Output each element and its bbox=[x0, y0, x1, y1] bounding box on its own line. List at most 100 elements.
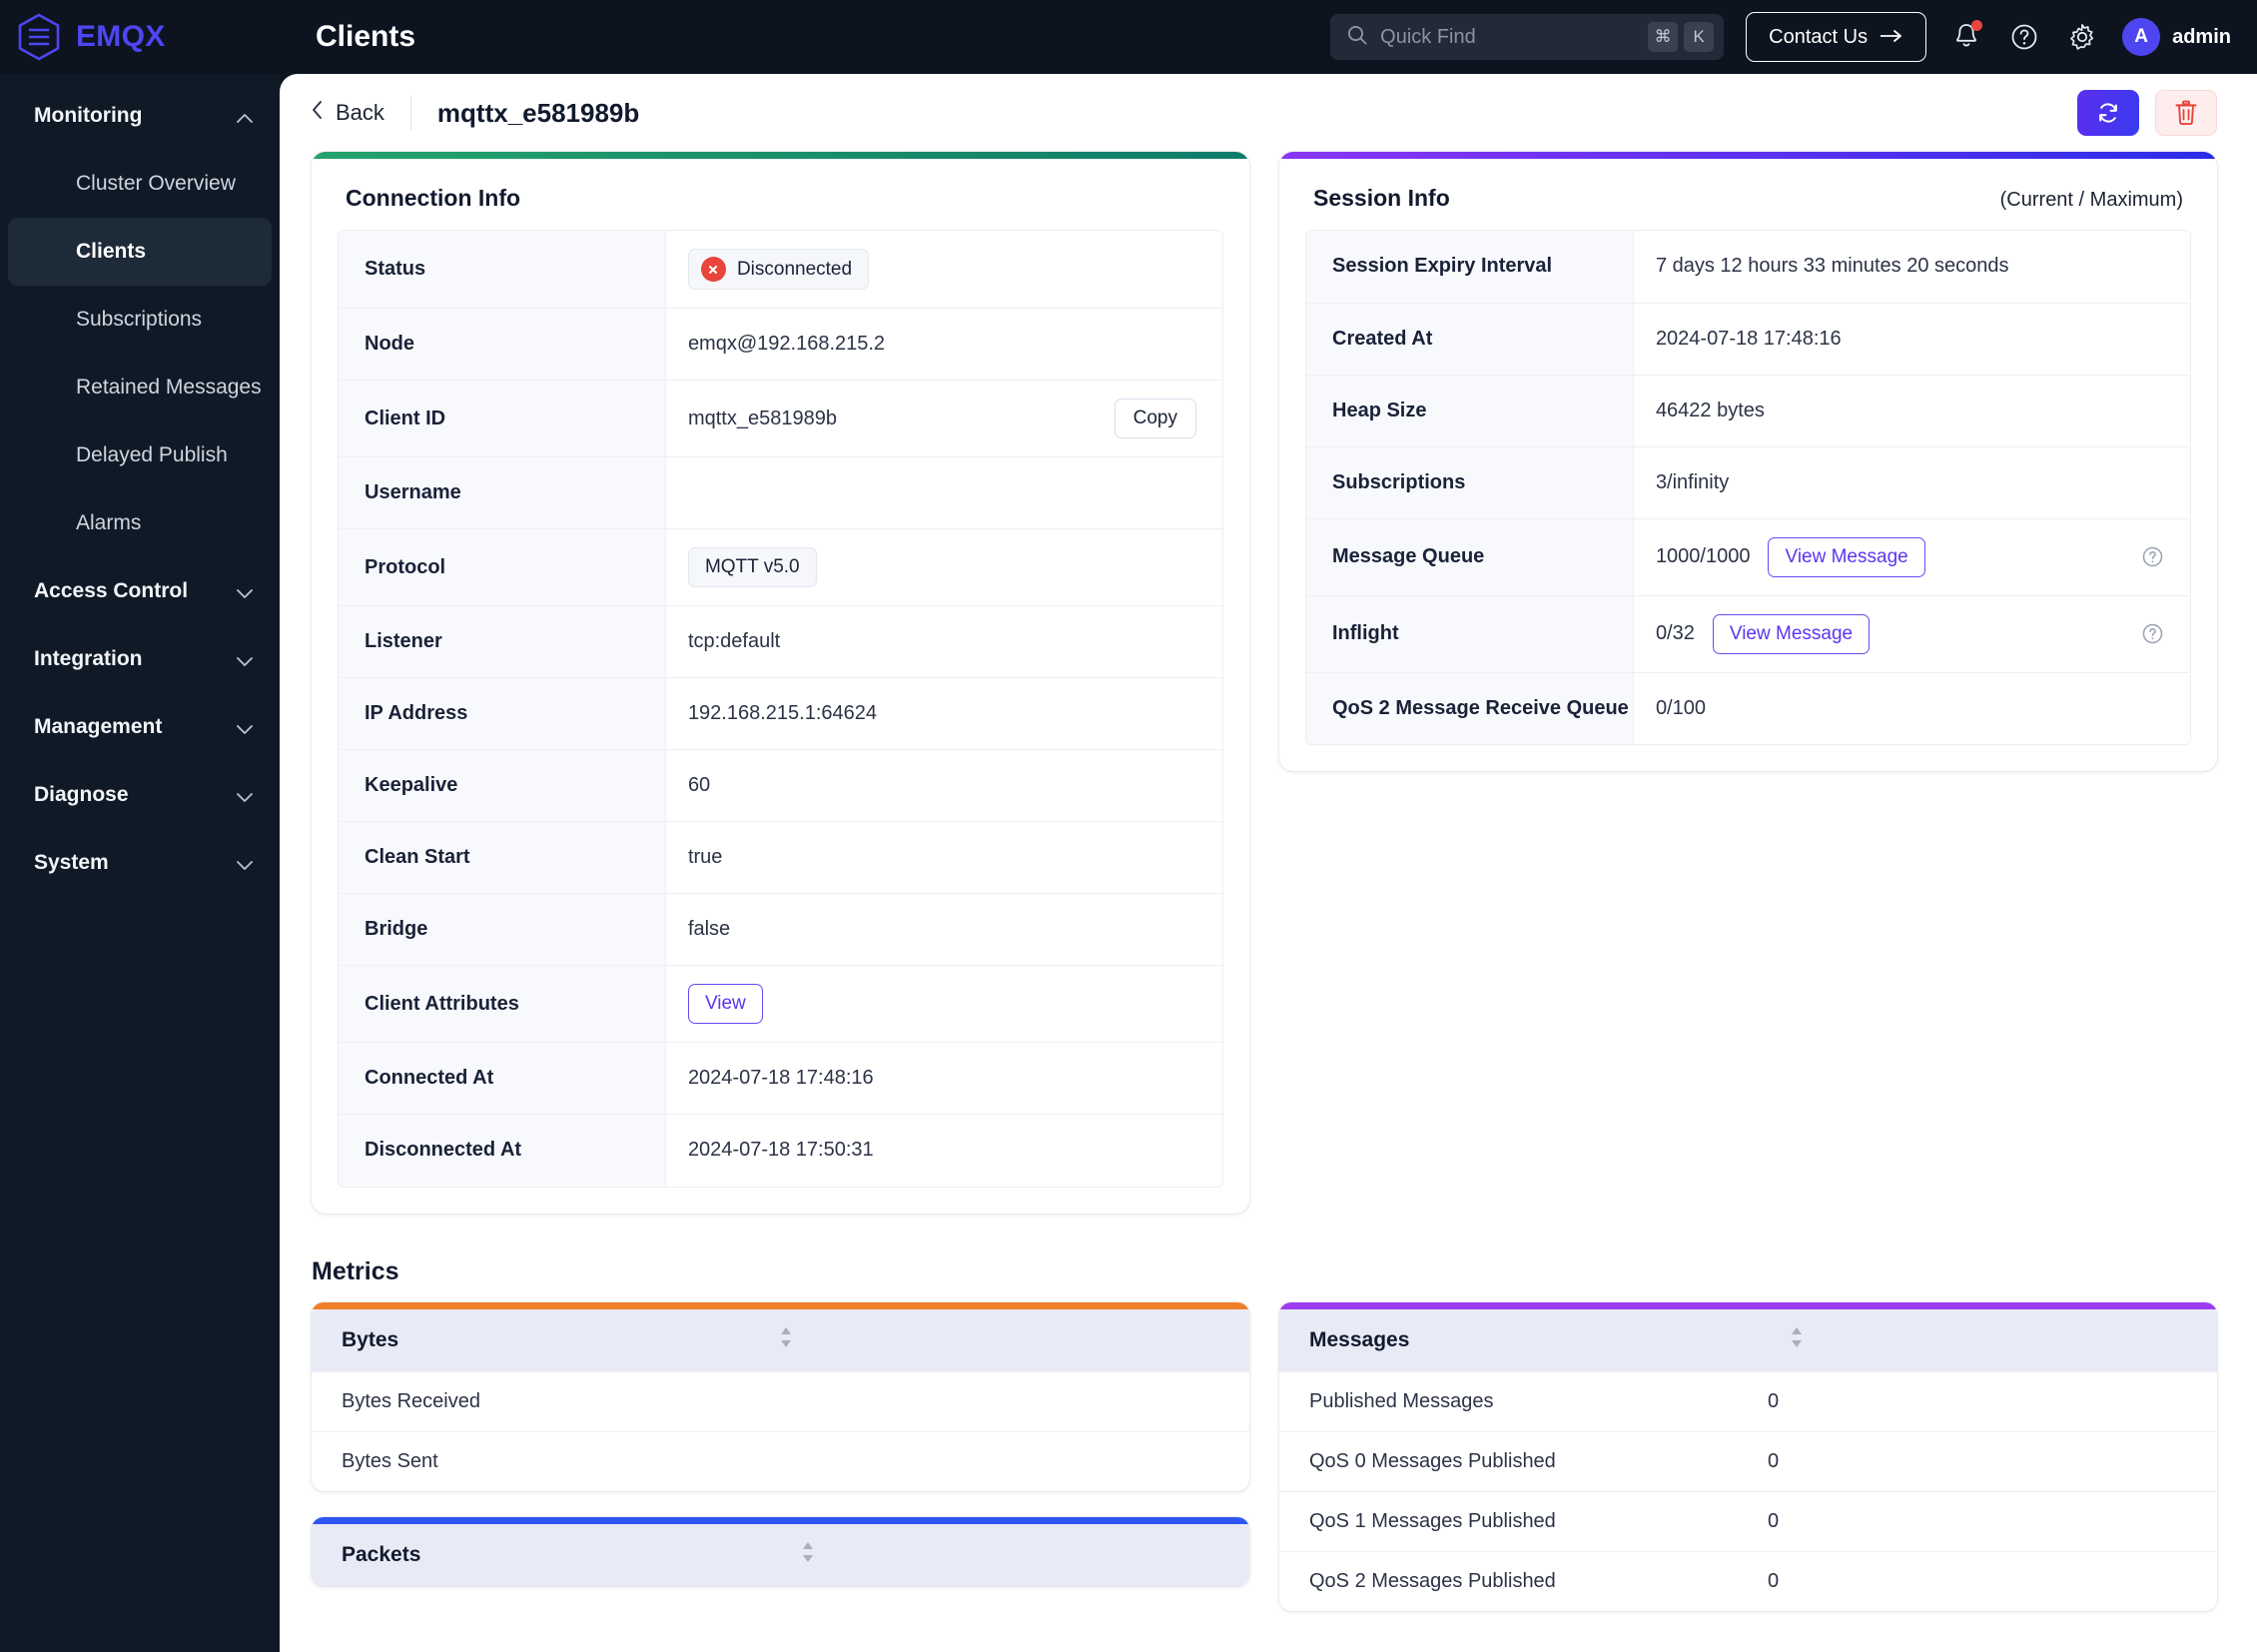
metrics-row-value: 0 bbox=[1768, 1569, 1780, 1592]
emqx-hex-logo-icon bbox=[16, 12, 62, 62]
table-row: IP Address 192.168.215.1:64624 bbox=[339, 677, 1222, 750]
card-accent-bar bbox=[1279, 152, 2217, 159]
sidebar-group-label: System bbox=[34, 851, 109, 874]
table-row: Message Queue 1000/1000 View Message bbox=[1306, 518, 2190, 595]
row-key: Node bbox=[339, 308, 666, 381]
sidebar-group-access-control[interactable]: Access Control bbox=[0, 557, 280, 625]
sidebar-group-system[interactable]: System bbox=[0, 829, 280, 897]
page-title: mqttx_e581989b bbox=[436, 97, 640, 128]
row-value: 7 days 12 hours 33 minutes 20 seconds bbox=[1655, 255, 2009, 278]
sidebar-item-label: Cluster Overview bbox=[76, 172, 236, 195]
row-key: Listener bbox=[339, 605, 666, 678]
chevron-down-icon bbox=[236, 722, 254, 734]
metrics-card-packets: Packets bbox=[312, 1516, 1249, 1586]
brand-name: EMQX bbox=[76, 20, 166, 53]
table-row: Disconnected At 2024-07-18 17:50:31 bbox=[339, 1114, 1222, 1187]
sidebar-group-integration[interactable]: Integration bbox=[0, 625, 280, 693]
trash-icon bbox=[2175, 100, 2197, 126]
top-bar: EMQX Clients Quick Find ⌘ K Contact Us A… bbox=[0, 0, 2257, 74]
row-value: tcp:default bbox=[687, 630, 781, 652]
table-row: Bridge false bbox=[339, 893, 1222, 966]
metrics-card-bytes: Bytes Bytes Received Bytes Sent bbox=[312, 1301, 1249, 1491]
metrics-row-label: QoS 2 Messages Published bbox=[1309, 1569, 1556, 1592]
metrics-column-right: Messages Published Messages 0 QoS 0 Mess… bbox=[1279, 1301, 2217, 1611]
user-menu[interactable]: A admin bbox=[2122, 18, 2231, 56]
row-value: true bbox=[687, 846, 723, 868]
brand[interactable]: EMQX bbox=[0, 0, 280, 74]
main-content: Back mqttx_e581989b Connection Info Stat… bbox=[280, 74, 2257, 1652]
chevron-up-icon bbox=[236, 111, 254, 123]
metrics-column-left: Bytes Bytes Received Bytes Sent Packets bbox=[312, 1301, 1249, 1586]
back-button[interactable]: Back bbox=[312, 100, 384, 126]
sidebar-group-label: Management bbox=[34, 715, 163, 738]
metrics-row: QoS 0 Messages Published 0 bbox=[1279, 1430, 2217, 1491]
table-row: Username bbox=[339, 456, 1222, 529]
refresh-icon bbox=[2099, 103, 2117, 123]
metrics-row-label: Bytes Received bbox=[342, 1389, 480, 1412]
table-row: QoS 2 Message Receive Queue 0/100 bbox=[1306, 672, 2190, 744]
back-label: Back bbox=[336, 100, 384, 125]
row-key: Heap Size bbox=[1306, 375, 1634, 446]
view-message-button[interactable]: View Message bbox=[1768, 536, 1925, 577]
settings-button[interactable] bbox=[2064, 19, 2100, 55]
sidebar-group-monitoring[interactable]: Monitoring bbox=[0, 82, 280, 150]
contact-us-button[interactable]: Contact Us bbox=[1746, 12, 1927, 62]
row-key: Message Queue bbox=[1306, 518, 1634, 595]
row-key: QoS 2 Message Receive Queue bbox=[1306, 672, 1634, 744]
metrics-row-label: Published Messages bbox=[1309, 1389, 1494, 1412]
view-message-button[interactable]: View Message bbox=[1712, 613, 1871, 654]
sidebar-group-management[interactable]: Management bbox=[0, 693, 280, 761]
row-key: Session Expiry Interval bbox=[1306, 231, 1634, 303]
card-title: Session Info bbox=[1313, 185, 1450, 211]
page-section-title: Clients bbox=[316, 20, 416, 53]
sidebar-item-cluster-overview[interactable]: Cluster Overview bbox=[8, 150, 272, 218]
table-row: Connected At 2024-07-18 17:48:16 bbox=[339, 1042, 1222, 1115]
metrics-row-label: QoS 1 Messages Published bbox=[1309, 1509, 1556, 1532]
row-key: Client Attributes bbox=[339, 965, 666, 1043]
search-input[interactable]: Quick Find ⌘ K bbox=[1330, 14, 1725, 60]
question-circle-icon[interactable] bbox=[2141, 545, 2164, 568]
sidebar-item-delayed-publish[interactable]: Delayed Publish bbox=[8, 421, 272, 489]
row-key: Connected At bbox=[339, 1042, 666, 1115]
page-header-actions bbox=[2077, 90, 2217, 136]
sort-updown-icon[interactable] bbox=[798, 1539, 818, 1570]
help-button[interactable] bbox=[2006, 19, 2042, 55]
row-key: Subscriptions bbox=[1306, 446, 1634, 518]
sidebar-group-diagnose[interactable]: Diagnose bbox=[0, 761, 280, 829]
sidebar-item-subscriptions[interactable]: Subscriptions bbox=[8, 286, 272, 354]
notifications-button[interactable] bbox=[1948, 19, 1984, 55]
metrics-row: Bytes Received bbox=[312, 1370, 1249, 1431]
metrics-card-header[interactable]: Packets bbox=[312, 1523, 1249, 1586]
chevron-down-icon bbox=[236, 790, 254, 802]
row-key: Keepalive bbox=[339, 749, 666, 822]
copy-button[interactable]: Copy bbox=[1114, 399, 1196, 438]
row-key: Username bbox=[339, 456, 666, 529]
card-accent-bar bbox=[312, 152, 1249, 159]
session-info-table-wrap: Session Expiry Interval 7 days 12 hours … bbox=[1279, 230, 2217, 771]
connection-info-header: Connection Info bbox=[312, 159, 1249, 230]
delete-button[interactable] bbox=[2155, 90, 2217, 136]
info-panels: Connection Info Status Disconnected Node… bbox=[280, 152, 2257, 1214]
metrics-section-title: Metrics bbox=[312, 1256, 399, 1285]
metrics-card-header[interactable]: Messages bbox=[1279, 1308, 2217, 1371]
refresh-button[interactable] bbox=[2077, 90, 2139, 136]
sidebar-item-clients[interactable]: Clients bbox=[8, 218, 272, 286]
row-value: 2024-07-18 17:48:16 bbox=[687, 1067, 874, 1089]
search-placeholder: Quick Find bbox=[1380, 25, 1476, 48]
sort-updown-icon[interactable] bbox=[776, 1324, 796, 1355]
sidebar-item-retained-messages[interactable]: Retained Messages bbox=[8, 354, 272, 421]
question-circle-icon[interactable] bbox=[2141, 622, 2164, 645]
session-info-card: Session Info (Current / Maximum) Session… bbox=[1279, 152, 2217, 771]
inflight-value: 0/32 bbox=[1655, 622, 1695, 644]
header-divider bbox=[409, 96, 411, 130]
row-value bbox=[665, 457, 1222, 529]
sidebar-item-alarms[interactable]: Alarms bbox=[8, 489, 272, 557]
table-row: Status Disconnected bbox=[339, 231, 1222, 309]
sort-updown-icon[interactable] bbox=[1787, 1324, 1807, 1355]
page-header: Back mqttx_e581989b bbox=[280, 74, 2257, 152]
sidebar-item-label: Delayed Publish bbox=[76, 443, 228, 466]
view-client-attributes-button[interactable]: View bbox=[687, 984, 763, 1024]
metrics-card-title: Packets bbox=[342, 1542, 421, 1566]
metrics-row-value: 0 bbox=[1768, 1389, 1780, 1412]
metrics-card-header[interactable]: Bytes bbox=[312, 1308, 1249, 1371]
